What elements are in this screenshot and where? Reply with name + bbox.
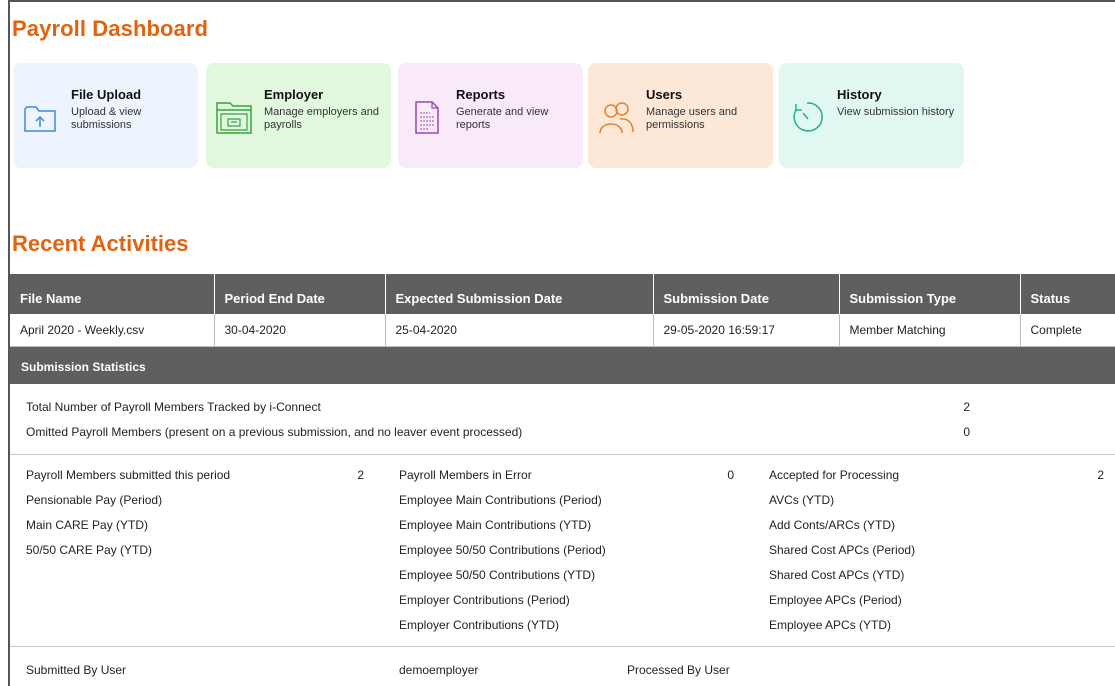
- stat-label: Employee Main Contributions (YTD): [399, 518, 592, 532]
- card-title: Users: [646, 87, 683, 102]
- stats-divider: [10, 454, 1115, 455]
- stat-label: Employee APCs (Period): [769, 593, 902, 607]
- processed-by-label: Processed By User: [627, 663, 730, 677]
- cell-status: Complete: [1020, 314, 1115, 347]
- reports-card[interactable]: Reports Generate and view reports: [398, 63, 583, 168]
- card-title: Reports: [456, 87, 506, 102]
- stat-label: Add Conts/ARCs (YTD): [769, 518, 896, 532]
- stat-label: AVCs (YTD): [769, 493, 835, 507]
- report-document-icon: [415, 101, 439, 134]
- stats-divider: [10, 646, 1115, 647]
- omitted-members-label: Omitted Payroll Members (present on a pr…: [26, 425, 523, 439]
- column-header-file-name[interactable]: File Name: [10, 274, 215, 314]
- file-upload-card[interactable]: File Upload Upload & view submissions: [13, 63, 198, 168]
- stat-label: Employee Main Contributions (Period): [399, 493, 602, 507]
- column-header-submission-date[interactable]: Submission Date: [653, 274, 840, 314]
- recent-activities-title: Recent Activities: [12, 231, 189, 256]
- total-members-label: Total Number of Payroll Members Tracked …: [26, 400, 321, 414]
- users-icon: [599, 102, 634, 134]
- stat-label: Payroll Members submitted this period: [26, 468, 231, 482]
- submitted-by-value: demoemployer: [399, 663, 479, 677]
- card-description: View submission history: [837, 106, 955, 118]
- stat-label: Main CARE Pay (YTD): [26, 518, 149, 532]
- card-title: File Upload: [71, 87, 142, 102]
- stat-value: 0: [727, 468, 734, 482]
- stat-label: Accepted for Processing: [769, 468, 900, 482]
- omitted-members-value: 0: [963, 425, 970, 439]
- stat-label: Employer Contributions (YTD): [399, 618, 560, 632]
- dashboard-frame: Payroll Dashboard File Upload Upload & v…: [8, 0, 1115, 686]
- stat-label: Employee 50/50 Contributions (Period): [399, 543, 606, 557]
- card-title: Employer: [264, 87, 324, 102]
- stat-label: Shared Cost APCs (Period): [769, 543, 916, 557]
- cell-expected-submission-date: 25-04-2020: [385, 314, 654, 347]
- stat-label: 50/50 CARE Pay (YTD): [26, 543, 153, 557]
- card-description: Upload & view submissions: [71, 106, 142, 131]
- stat-label: Shared Cost APCs (YTD): [769, 568, 905, 582]
- stat-label: Employee APCs (YTD): [769, 618, 892, 632]
- cell-submission-type: Member Matching: [839, 314, 1021, 347]
- total-members-value: 2: [963, 400, 970, 414]
- employer-folder-icon: [216, 102, 252, 134]
- stat-label: Employer Contributions (Period): [399, 593, 570, 607]
- column-header-expected-submission-date[interactable]: Expected Submission Date: [385, 274, 654, 314]
- card-description: Manage users and permissions: [646, 106, 738, 131]
- table-header-row: File Name Period End Date Expected Submi…: [10, 274, 1115, 314]
- stat-value: 2: [357, 468, 364, 482]
- cell-submission-date: 29-05-2020 16:59:17: [653, 314, 840, 347]
- users-card[interactable]: Users Manage users and permissions: [588, 63, 773, 168]
- submitted-by-label: Submitted By User: [26, 663, 127, 677]
- stat-label: Payroll Members in Error: [399, 468, 532, 482]
- card-description: Generate and view reports: [456, 106, 549, 131]
- column-header-period-end-date[interactable]: Period End Date: [214, 274, 386, 314]
- column-header-submission-type[interactable]: Submission Type: [839, 274, 1021, 314]
- card-description: Manage employers and payrolls: [264, 106, 379, 131]
- page-title: Payroll Dashboard: [12, 16, 209, 41]
- cell-period-end-date: 30-04-2020: [214, 314, 386, 347]
- employer-card[interactable]: Employer Manage employers and payrolls: [206, 63, 391, 168]
- history-card[interactable]: History View submission history: [779, 63, 964, 168]
- stat-label: Employee 50/50 Contributions (YTD): [399, 568, 596, 582]
- stat-value: 2: [1097, 468, 1104, 482]
- stat-label: Pensionable Pay (Period): [26, 493, 163, 507]
- table-row[interactable]: April 2020 - Weekly.csv 30-04-2020 25-04…: [10, 314, 1115, 347]
- card-title: History: [837, 87, 882, 102]
- history-icon: [793, 102, 823, 132]
- file-upload-icon: [24, 106, 56, 132]
- recent-activities-table: File Name Period End Date Expected Submi…: [10, 274, 1115, 347]
- column-header-status[interactable]: Status: [1020, 274, 1115, 314]
- submission-statistics-header: Submission Statistics: [10, 347, 1115, 384]
- cell-file-name: April 2020 - Weekly.csv: [10, 314, 215, 347]
